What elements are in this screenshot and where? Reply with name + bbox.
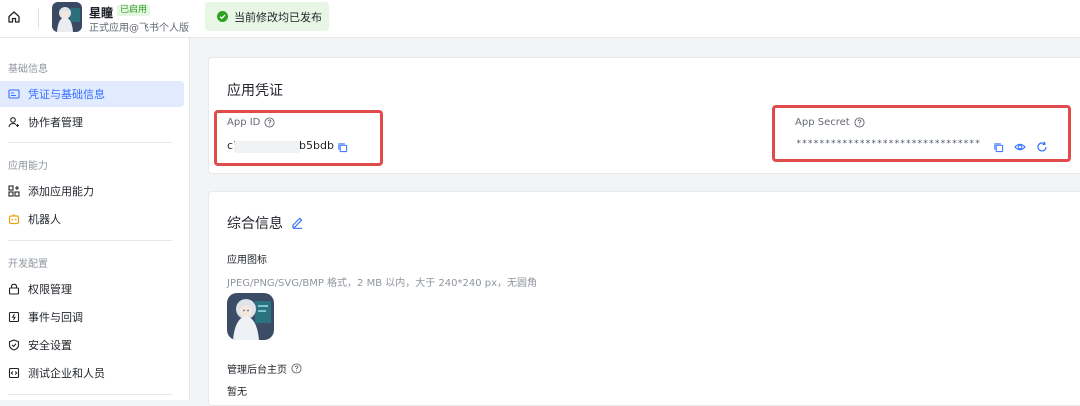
app-icon-hint: JPEG/PNG/SVG/BMP 格式，2 MB 以内，大于 240*240 p… [227, 278, 538, 289]
help-icon[interactable] [264, 117, 275, 128]
home-icon[interactable] [6, 9, 22, 25]
publish-status-text: 当前修改均已发布 [234, 10, 322, 24]
app-secret-label-text: App Secret [795, 117, 850, 128]
app-id-label-text: App ID [227, 117, 261, 128]
sidebar-item-events[interactable]: 事件与回调 [0, 304, 184, 330]
sidebar-item-test-org[interactable]: 测试企业和人员 [0, 360, 184, 386]
eye-icon[interactable] [1014, 141, 1026, 153]
robot-icon [8, 213, 20, 225]
app-secret-value: ******************************** [796, 139, 981, 149]
app-icon-label: 应用图标 [227, 255, 267, 266]
app-avatar[interactable] [52, 2, 82, 32]
app-icon-image[interactable] [227, 293, 274, 340]
sidebar-item-credentials[interactable]: 凭证与基础信息 [0, 81, 184, 107]
app-secret-label: App Secret [795, 117, 865, 128]
admin-home-value: 暂无 [227, 387, 247, 398]
sidebar-divider [8, 394, 172, 395]
help-icon[interactable] [854, 117, 865, 128]
sidebar-item-label: 添加应用能力 [28, 185, 94, 198]
sidebar-divider [8, 142, 172, 143]
sidebar: 基础信息 凭证与基础信息 协作者管理 应用能力 添加应用能力 机器人 开发配置 … [0, 38, 190, 400]
general-info-card: 综合信息 [208, 191, 1080, 406]
admin-home-label: 管理后台主页 [227, 361, 302, 376]
id-card-icon [8, 88, 20, 100]
event-icon [8, 311, 20, 323]
sidebar-item-security[interactable]: 安全设置 [0, 332, 184, 358]
sidebar-section-basic: 基础信息 [8, 64, 48, 75]
sidebar-item-label: 机器人 [28, 213, 61, 226]
app-subtitle: 正式应用@飞书个人版 [89, 23, 189, 34]
code-icon [8, 367, 20, 379]
sidebar-item-add-capability[interactable]: 添加应用能力 [0, 178, 184, 204]
user-add-icon [8, 116, 20, 128]
credentials-title: 应用凭证 [227, 83, 283, 99]
check-circle-icon [217, 11, 228, 22]
sidebar-item-label: 协作者管理 [28, 116, 83, 129]
sidebar-section-capabilities: 应用能力 [8, 161, 48, 172]
refresh-icon[interactable] [1036, 141, 1048, 153]
sidebar-item-label: 凭证与基础信息 [28, 88, 105, 101]
help-icon[interactable] [291, 363, 302, 374]
app-id-suffix: b5bdb [299, 139, 334, 152]
app-id-redacted [234, 141, 300, 153]
shield-icon [8, 339, 20, 351]
sidebar-item-label: 测试企业和人员 [28, 367, 105, 380]
sidebar-item-permissions[interactable]: 权限管理 [0, 276, 184, 302]
copy-icon[interactable] [336, 141, 348, 153]
general-info-title: 综合信息 [227, 216, 283, 232]
lock-icon [8, 283, 20, 295]
copy-icon[interactable] [992, 141, 1004, 153]
publish-status: 当前修改均已发布 [205, 2, 329, 31]
sidebar-divider [8, 240, 172, 241]
sidebar-section-dev: 开发配置 [8, 259, 48, 270]
app-secret-highlight [772, 105, 1071, 162]
sidebar-item-collaborators[interactable]: 协作者管理 [0, 109, 184, 135]
sidebar-item-label: 安全设置 [28, 339, 72, 352]
divider [38, 8, 39, 28]
app-id-label: App ID [227, 117, 275, 128]
admin-home-label-text: 管理后台主页 [227, 365, 287, 376]
grid-plus-icon [8, 185, 20, 197]
edit-icon[interactable] [290, 215, 304, 229]
top-bar: 星瞳 已启用 正式应用@飞书个人版 当前修改均已发布 [0, 0, 1080, 38]
status-badge: 已启用 [117, 5, 151, 16]
sidebar-item-bot[interactable]: 机器人 [0, 206, 184, 232]
sidebar-item-label: 权限管理 [28, 283, 72, 296]
sidebar-item-label: 事件与回调 [28, 311, 83, 324]
